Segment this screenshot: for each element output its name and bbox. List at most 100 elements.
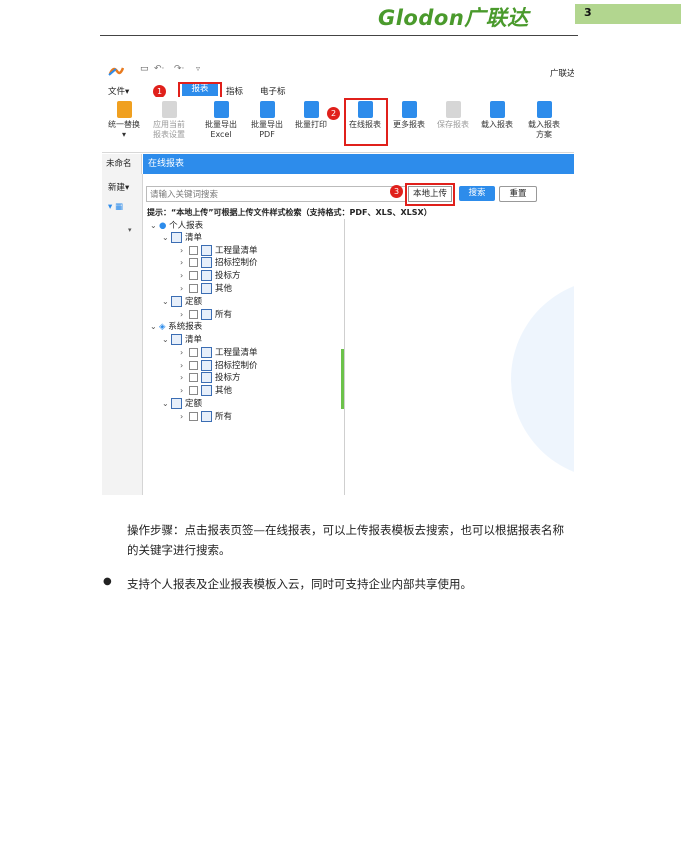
header-rule — [100, 35, 578, 36]
load-scheme-icon — [536, 101, 552, 118]
tree-node-norm[interactable]: ⌄ 定额 — [162, 398, 202, 410]
report-icon — [201, 372, 212, 383]
preview-area — [346, 219, 574, 495]
tree-leaf[interactable]: › 其他 — [180, 283, 232, 295]
highlight-local-upload — [405, 183, 455, 206]
bullet-dot: ● — [103, 576, 112, 587]
decorative-circle — [511, 279, 574, 479]
checkbox[interactable] — [189, 386, 198, 395]
layers-icon: ◈ — [159, 322, 166, 332]
tree-leaf[interactable]: › 所有 — [180, 309, 232, 321]
highlight-online-reports — [344, 98, 388, 146]
excel-export-icon — [213, 101, 229, 118]
tree-node-list[interactable]: ⌄ 清单 — [162, 232, 202, 244]
tab-ebid[interactable]: 电子标 — [260, 85, 286, 97]
app-title: 广联达 — [550, 69, 574, 79]
tree-leaf[interactable]: › 投标方 — [180, 372, 241, 384]
upload-hint: 提示：“本地上传”可根据上传文件样式检索（支持格式：PDF、XLS、XLSX） — [147, 208, 432, 217]
report-icon — [201, 309, 212, 320]
unify-replace-button[interactable]: 统一替换 ▾ — [104, 97, 144, 152]
search-input[interactable]: 请输入关键词搜索 — [146, 186, 406, 202]
tree-node-personal[interactable]: ⌄ ● 个人报表 — [150, 220, 203, 232]
redo-icon[interactable]: ↷· — [174, 64, 184, 74]
glodon-logo: Glodon广联达 — [378, 6, 529, 30]
ribbon-toolbar: 统一替换 ▾ 应用当前 报表设置 批量导出 Excel 批量导出 PDF 批量打印 在线… — [102, 97, 574, 153]
quick-access-bar: ▭ ↶· ↷· ▿ 广联达 — [102, 60, 574, 82]
menu-bar: 文件▾ 报表 指标 电子标 — [102, 82, 574, 97]
report-icon — [201, 411, 212, 422]
pdf-export-icon — [259, 101, 275, 118]
undo-icon[interactable]: ↶· — [154, 64, 164, 74]
report-tree: ⌄ ● 个人报表 ⌄ 清单 › 工程量清单 › 招标控制价 › 投标方 › 其他 ⌄ 定额 ›… — [146, 219, 345, 495]
dialog-title: 在线报表 — [143, 154, 574, 174]
batch-print-button[interactable]: 批量打印 — [290, 97, 332, 152]
page-number: 3 — [584, 6, 592, 19]
tree-node-norm[interactable]: ⌄ 定额 — [162, 296, 202, 308]
save-report-icon — [445, 101, 461, 118]
report-icon — [171, 398, 182, 409]
tree-leaf[interactable]: › 工程量清单 — [180, 245, 258, 257]
replace-icon — [116, 101, 132, 118]
load-report-icon — [489, 101, 505, 118]
apply-current-settings-button[interactable]: 应用当前 报表设置 — [148, 97, 190, 152]
report-icon — [201, 257, 212, 268]
tree-leaf[interactable]: › 工程量清单 — [180, 347, 258, 359]
load-report-button[interactable]: 载入报表 — [477, 97, 517, 152]
settings-icon — [161, 101, 177, 118]
tree-node-list[interactable]: ⌄ 清单 — [162, 334, 202, 346]
save-report-button[interactable]: 保存报表 — [433, 97, 473, 152]
report-icon — [201, 360, 212, 371]
report-icon — [171, 232, 182, 243]
title-strip: 未命名 在线报表 — [102, 154, 574, 174]
step-marker-3: 3 — [390, 185, 403, 198]
save-icon[interactable]: ▭ — [140, 64, 149, 74]
report-icon — [201, 347, 212, 358]
expand-icon[interactable]: ▾ — [128, 226, 132, 234]
tree-leaf[interactable]: › 投标方 — [180, 270, 241, 282]
search-button[interactable]: 搜索 — [459, 186, 495, 201]
online-report-panel: 请输入关键词搜索 本地上传 3 搜索 重置 提示：“本地上传”可根据上传文件样式… — [143, 174, 574, 495]
tree-leaf[interactable]: › 所有 — [180, 411, 232, 423]
tree-leaf[interactable]: › 招标控制价 — [180, 257, 258, 269]
report-icon — [201, 270, 212, 281]
checkbox[interactable] — [189, 258, 198, 267]
checkbox[interactable] — [189, 246, 198, 255]
tree-node-system[interactable]: ⌄ ◈ 系统报表 — [150, 321, 202, 333]
checkbox[interactable] — [189, 361, 198, 370]
report-icon — [201, 385, 212, 396]
checkbox[interactable] — [189, 373, 198, 382]
tree-leaf[interactable]: › 其他 — [180, 385, 232, 397]
bullet-text: 支持个人报表及企业报表模板入云，同时可支持企业内部共享使用。 — [127, 577, 472, 591]
tab-index[interactable]: 指标 — [226, 85, 243, 97]
print-icon — [303, 101, 319, 118]
left-sidebar: 新建▾ ▾ ▦ ▾ — [102, 174, 143, 495]
batch-export-pdf-button[interactable]: 批量导出 PDF — [246, 97, 288, 152]
step-text-line2: 的关键字进行搜索。 — [127, 543, 231, 557]
step-marker-2: 2 — [327, 107, 340, 120]
checkbox[interactable] — [189, 284, 198, 293]
report-icon — [201, 283, 212, 294]
report-icon — [201, 245, 212, 256]
report-icon — [171, 296, 182, 307]
more-reports-icon — [401, 101, 417, 118]
tree-scrollbar[interactable] — [341, 349, 344, 409]
checkbox[interactable] — [189, 412, 198, 421]
tree-leaf[interactable]: › 招标控制价 — [180, 360, 258, 372]
unnamed-tab[interactable]: 未命名 — [102, 154, 142, 174]
building-icon[interactable]: ▾ ▦ — [108, 202, 123, 212]
customize-icon[interactable]: ▿ — [196, 64, 200, 73]
checkbox[interactable] — [189, 310, 198, 319]
report-icon — [171, 334, 182, 345]
reset-button[interactable]: 重置 — [499, 186, 537, 202]
checkbox[interactable] — [189, 348, 198, 357]
file-menu[interactable]: 文件▾ — [108, 85, 129, 97]
step-text-line1: 操作步骤：点击报表页签—在线报表，可以上传报表模板去搜索，也可以根据报表名称 — [127, 523, 564, 537]
app-logo-icon — [108, 67, 124, 76]
software-screenshot: ▭ ↶· ↷· ▿ 广联达 文件▾ 报表 指标 电子标 1 统一替换 ▾ 应用当前… — [102, 60, 574, 495]
batch-export-excel-button[interactable]: 批量导出 Excel — [200, 97, 242, 152]
new-dropdown[interactable]: 新建▾ — [108, 181, 129, 193]
load-report-scheme-button[interactable]: 载入报表 方案 — [521, 97, 567, 152]
more-reports-button[interactable]: 更多报表 — [389, 97, 429, 152]
checkbox[interactable] — [189, 271, 198, 280]
user-icon: ● — [159, 221, 167, 231]
